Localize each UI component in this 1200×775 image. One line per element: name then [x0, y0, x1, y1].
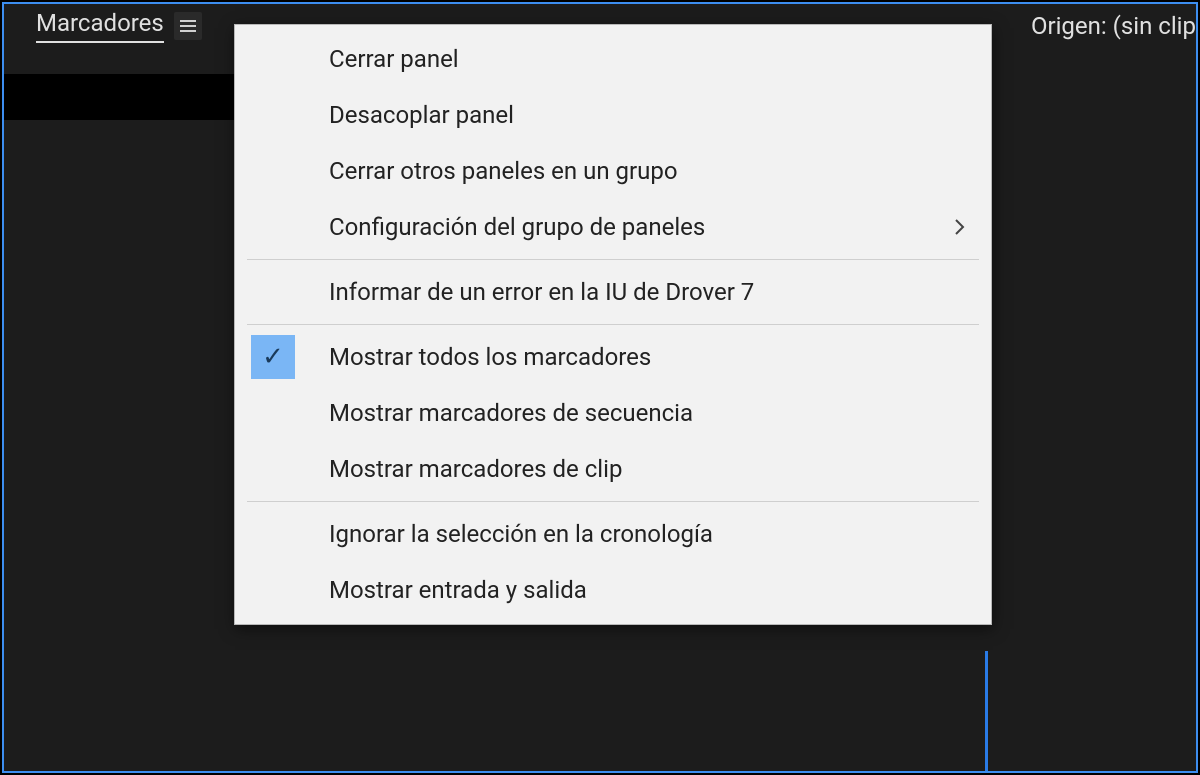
menu-item-label: Cerrar otros paneles en un grupo: [311, 157, 975, 185]
menu-item-label: Informar de un error en la IU de Drover …: [311, 278, 975, 306]
check-icon: ✓: [251, 335, 295, 379]
menu-item-label: Mostrar todos los marcadores: [311, 343, 975, 371]
hamburger-icon: [180, 25, 196, 27]
menu-item-label: Cerrar panel: [311, 45, 975, 73]
menu-item-show-all-markers[interactable]: ✓ Mostrar todos los marcadores: [235, 329, 991, 385]
menu-item-show-sequence-markers[interactable]: Mostrar marcadores de secuencia: [235, 385, 991, 441]
check-slot: [235, 143, 311, 199]
menu-item-label: Mostrar marcadores de secuencia: [311, 399, 975, 427]
menu-item-close-panel[interactable]: Cerrar panel: [235, 31, 991, 87]
source-panel-tab[interactable]: Origen: (sin clip: [1031, 4, 1196, 48]
check-slot: [235, 385, 311, 441]
check-slot: [235, 506, 311, 562]
check-slot: [235, 264, 311, 320]
menu-item-label: Mostrar marcadores de clip: [311, 455, 975, 483]
menu-item-close-other-panels[interactable]: Cerrar otros paneles en un grupo: [235, 143, 991, 199]
menu-divider: [247, 501, 979, 502]
menu-item-show-clip-markers[interactable]: Mostrar marcadores de clip: [235, 441, 991, 497]
check-slot: [235, 562, 311, 618]
source-panel-label: Origen: (sin clip: [1031, 12, 1196, 40]
workspace: Marcadores Origen: (sin clip Cerrar pane…: [2, 2, 1198, 773]
check-slot: [235, 87, 311, 143]
panel-menu-button[interactable]: [174, 12, 202, 40]
panel-dark-row: [4, 74, 234, 120]
menu-item-label: Mostrar entrada y salida: [311, 576, 975, 604]
panel-context-menu: Cerrar panel Desacoplar panel Cerrar otr…: [234, 24, 992, 625]
menu-item-show-in-out[interactable]: Mostrar entrada y salida: [235, 562, 991, 618]
menu-item-label: Configuración del grupo de paneles: [311, 213, 945, 241]
panel-tab-marcadores[interactable]: Marcadores: [32, 4, 206, 48]
check-slot: [235, 199, 311, 255]
menu-item-label: Desacoplar panel: [311, 101, 975, 129]
panel-tab-title: Marcadores: [36, 9, 164, 43]
menu-item-label: Ignorar la selección en la cronología: [311, 520, 975, 548]
menu-divider: [247, 259, 979, 260]
check-slot: [235, 441, 311, 497]
menu-divider: [247, 324, 979, 325]
chevron-right-icon: [945, 219, 975, 235]
menu-item-panel-group-settings[interactable]: Configuración del grupo de paneles: [235, 199, 991, 255]
check-slot: [235, 31, 311, 87]
check-slot: ✓: [235, 329, 311, 385]
menu-item-report-ui-error[interactable]: Informar de un error en la IU de Drover …: [235, 264, 991, 320]
menu-item-undock-panel[interactable]: Desacoplar panel: [235, 87, 991, 143]
menu-item-ignore-timeline-selection[interactable]: Ignorar la selección en la cronología: [235, 506, 991, 562]
selection-accent: [985, 651, 988, 771]
